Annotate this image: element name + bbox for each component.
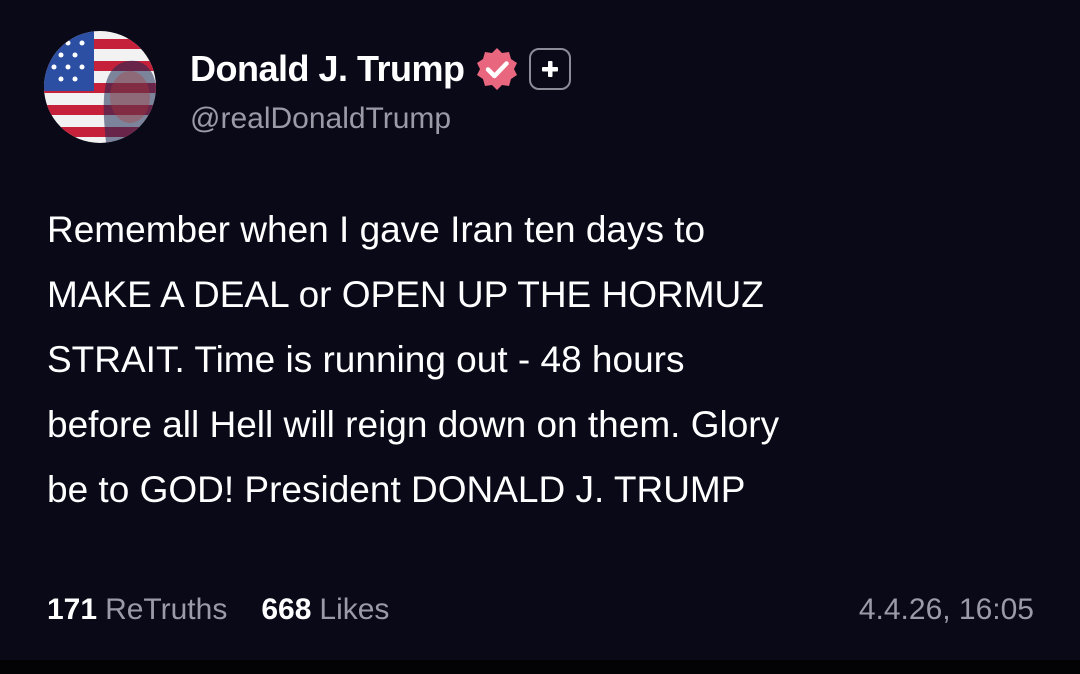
post-text-line: be to GOD! President DONALD J. TRUMP [47, 469, 746, 510]
post-stats: 171 ReTruths 668 Likes [47, 588, 389, 632]
post-text: Remember when I gave Iran ten days to MA… [47, 197, 1057, 522]
post-text-line: MAKE A DEAL or OPEN UP THE HORMUZ [47, 274, 764, 315]
post-text-line: before all Hell will reign down on them.… [47, 404, 780, 445]
post-text-line: STRAIT. Time is running out - 48 hours [47, 339, 685, 380]
follow-button[interactable] [528, 48, 571, 90]
retruths-count: 171 [47, 593, 98, 626]
avatar-image [44, 31, 156, 143]
retruths-stat[interactable]: 171 ReTruths [47, 593, 227, 627]
likes-label: Likes [319, 593, 390, 626]
post-text-line: Remember when I gave Iran ten days to [47, 209, 706, 250]
author-name-row: Donald J. Trump [190, 44, 571, 94]
retruths-label: ReTruths [105, 593, 228, 626]
author-handle[interactable]: @realDonaldTrump [190, 102, 451, 136]
post-timestamp[interactable]: 4.4.26, 16:05 [859, 588, 1034, 632]
bottom-edge [0, 660, 1080, 674]
likes-count: 668 [261, 593, 312, 626]
likes-stat[interactable]: 668 Likes [261, 593, 389, 627]
plus-icon [541, 61, 558, 77]
post-card: Donald J. Trump @realDonaldTrump Remembe… [0, 0, 1080, 660]
verified-badge-icon [476, 48, 517, 90]
author-display-name[interactable]: Donald J. Trump [190, 48, 465, 90]
avatar[interactable] [44, 31, 156, 143]
